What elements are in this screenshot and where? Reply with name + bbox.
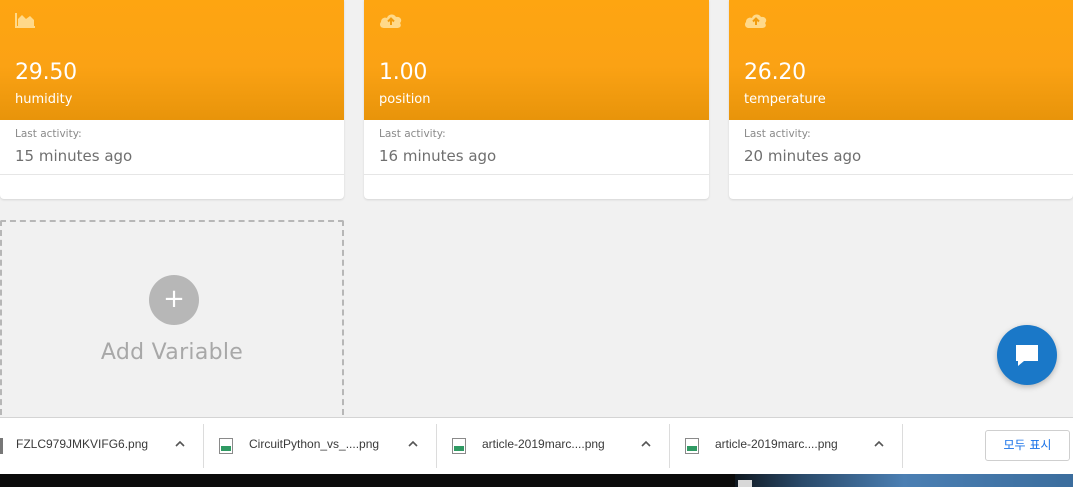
last-activity-label: Last activity: [379,128,446,140]
chevron-up-icon[interactable] [172,436,188,452]
chevron-up-icon[interactable] [871,436,887,452]
chevron-up-icon[interactable] [638,436,654,452]
variable-card-temperature[interactable]: 26.20 temperature Last activity: 20 minu… [729,0,1073,199]
variable-card-position[interactable]: 1.00 position Last activity: 16 minutes … [364,0,709,199]
show-all-downloads-button[interactable]: 모두 표시 [985,430,1070,461]
taskbar-item[interactable] [738,480,752,487]
add-variable-card[interactable]: + Add Variable [0,220,344,425]
variable-name: position [379,92,431,107]
variable-name: temperature [744,92,826,107]
last-activity-label: Last activity: [744,128,811,140]
divider [902,424,903,468]
variable-value: 26.20 [744,60,806,85]
image-file-icon [219,438,233,454]
cloud-upload-icon [378,10,404,34]
chevron-up-icon[interactable] [405,436,421,452]
image-file-icon [452,438,466,454]
card-header: 1.00 position [364,0,709,120]
cloud-upload-icon [743,10,769,34]
last-activity-value: 16 minutes ago [379,147,497,165]
last-activity-value: 15 minutes ago [15,147,133,165]
download-bar: FZLC979JMKVIFG6.png CircuitPython_vs_...… [0,417,1073,474]
file-icon [0,438,3,454]
last-activity-value: 20 minutes ago [744,147,862,165]
download-item[interactable]: article-2019marc....png [452,424,662,468]
download-item[interactable]: CircuitPython_vs_....png [219,424,429,468]
card-divider [364,174,709,175]
divider [436,424,437,468]
variable-card-humidity[interactable]: 29.50 humidity Last activity: 15 minutes… [0,0,344,199]
chat-button[interactable] [997,325,1057,385]
image-file-icon [685,438,699,454]
card-header: 26.20 temperature [729,0,1073,120]
download-item[interactable]: article-2019marc....png [685,424,895,468]
download-filename: article-2019marc....png [715,437,838,451]
card-divider [0,174,344,175]
chat-bubble-icon [1016,345,1038,366]
divider [669,424,670,468]
variable-value: 1.00 [379,60,428,85]
card-header: 29.50 humidity [0,0,344,120]
plus-icon[interactable]: + [149,275,199,325]
variable-name: humidity [15,92,73,107]
variable-value: 29.50 [15,60,77,85]
divider [203,424,204,468]
taskbar [0,474,1073,487]
card-divider [729,174,1073,175]
add-variable-label: Add Variable [100,340,244,365]
download-item[interactable]: FZLC979JMKVIFG6.png [0,424,200,468]
download-filename: CircuitPython_vs_....png [249,437,380,451]
area-chart-icon [14,10,40,34]
download-filename: FZLC979JMKVIFG6.png [16,437,149,451]
last-activity-label: Last activity: [15,128,82,140]
download-filename: article-2019marc....png [482,437,605,451]
taskbar-highlight [735,474,1073,487]
